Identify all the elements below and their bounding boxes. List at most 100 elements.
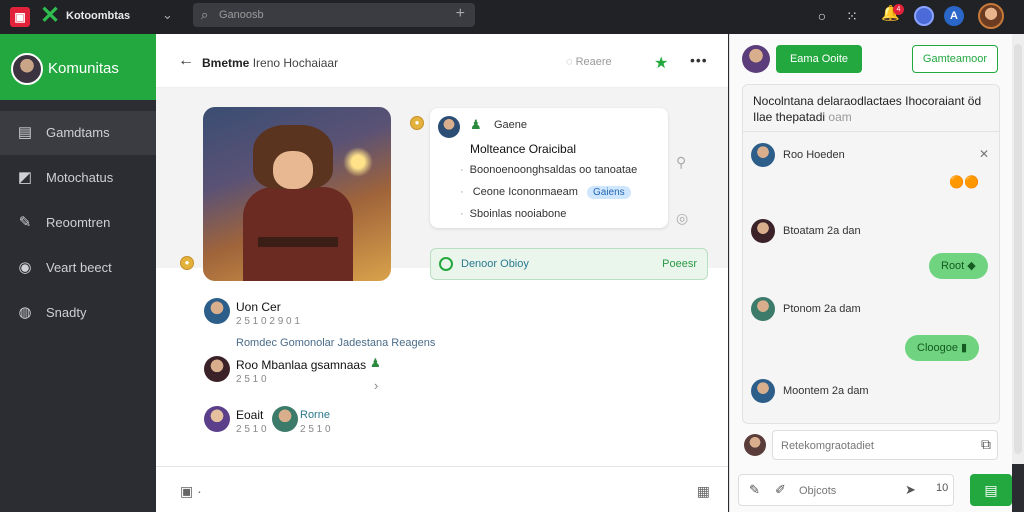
comment-author[interactable]: Eoait xyxy=(236,408,263,422)
profile-ring-icon[interactable] xyxy=(914,6,934,26)
back-arrow-icon[interactable]: ← xyxy=(178,52,194,70)
sidebar-item-veart-beect[interactable]: ◉ Veart beect xyxy=(0,246,156,290)
calendar-icon[interactable]: ▦ xyxy=(697,483,710,500)
chat-topic-sub-tail: oam xyxy=(828,110,852,124)
avatar[interactable] xyxy=(744,434,766,456)
bubble-text: Root xyxy=(941,260,965,272)
sidebar-item-label: Gamdtams xyxy=(46,125,110,140)
paperclip-icon[interactable]: ✎ xyxy=(749,482,760,498)
main-header: ← Bmetme Ireno Hochaiaar ◌ Reaere ★ ••• xyxy=(156,34,728,88)
avatar[interactable] xyxy=(204,356,230,382)
avatar[interactable] xyxy=(751,379,775,403)
post-title: Molteance Oraicibal xyxy=(470,142,577,156)
chat-topic: Nocolntana delaraodlactaes Ihocoraiant ö… xyxy=(753,93,991,125)
hero-character-image[interactable] xyxy=(203,107,391,281)
avatar[interactable] xyxy=(751,143,775,167)
post-line: Ceone Icononmaeam Gaiens xyxy=(460,186,631,199)
post-line: Sboinlas nooiabone xyxy=(460,208,567,220)
avatar[interactable] xyxy=(751,219,775,243)
header-status-label: Reaere xyxy=(575,56,612,68)
pen-icon[interactable]: ✐ xyxy=(775,482,786,498)
notifications-button[interactable]: 🔔 4 xyxy=(881,4,905,28)
avatar[interactable] xyxy=(751,297,775,321)
chevron-down-icon[interactable]: ⌄ xyxy=(162,7,173,23)
star-icon[interactable]: ★ xyxy=(654,53,668,73)
avatar[interactable] xyxy=(204,406,230,432)
more-icon[interactable]: ••• xyxy=(690,52,708,68)
character-emoji-icon: ♟ xyxy=(470,117,482,132)
chat-compose[interactable]: ✎ ✐ ➤ xyxy=(738,474,954,506)
sidebar-item-reoomtren[interactable]: ✎ Reoomtren xyxy=(0,201,156,245)
sidebar: Komunitas ▤ Gamdtams ◩ Motochatus ✎ Reoo… xyxy=(0,34,156,512)
main-composer-bar: ▣ · ▦ xyxy=(156,466,728,512)
scrollbar[interactable] xyxy=(1012,34,1024,464)
close-icon[interactable]: ✕ xyxy=(979,147,989,161)
sidebar-item-label: Veart beect xyxy=(46,260,112,275)
post-card[interactable]: ♟ Gaene Molteance Oraicibal Boonoenoongh… xyxy=(430,108,668,228)
tag-pill[interactable]: Gaiens xyxy=(586,186,631,199)
top-bar: ▣ ✕ Kotoombtas ⌄ ⌕ + ○ ⁙ 🔔 4 A xyxy=(0,0,1024,34)
send-button[interactable]: ▤ xyxy=(970,474,1012,506)
comment-meta: 2 5 1 0 2 9 0 1 xyxy=(236,316,300,327)
globe-icon: ◍ xyxy=(18,304,32,321)
poster-name: Gaene xyxy=(494,119,528,131)
comment-meta: 2 5 1 0 xyxy=(236,374,267,385)
search-icon[interactable]: ⚲ xyxy=(676,154,686,171)
chat-search-input[interactable] xyxy=(781,437,961,455)
character-belt xyxy=(258,237,338,247)
sidebar-item-label: Motochatus xyxy=(46,170,114,185)
reply-author[interactable]: Rorne xyxy=(300,409,330,421)
main-panel: ← Bmetme Ireno Hochaiaar ◌ Reaere ★ ••• … xyxy=(156,34,728,512)
chat-search-field[interactable]: ⧉ xyxy=(772,430,998,460)
chevron-right-icon[interactable]: › xyxy=(374,378,378,393)
coin-icon: ● xyxy=(410,116,424,130)
sidebar-header[interactable]: Komunitas xyxy=(0,34,156,100)
character-emoji-icon: ♟ xyxy=(370,356,381,370)
chat-bubble[interactable]: Cloogoe ▮ xyxy=(905,335,980,361)
image-icon[interactable]: ▣ · xyxy=(180,483,202,500)
avatar[interactable] xyxy=(272,406,298,432)
sidebar-title: Komunitas xyxy=(48,60,119,77)
account-a-icon[interactable]: A xyxy=(944,6,964,26)
chat-bubble[interactable]: Root ◆ xyxy=(929,253,988,279)
search-box[interactable]: ⌕ + xyxy=(193,3,475,27)
poll-bar[interactable]: Denoor Obioy Poeesr xyxy=(430,248,708,280)
comment-author[interactable]: Roo Mbanlaa gsamnaas xyxy=(236,358,366,372)
attach-image-icon[interactable]: ⧉ xyxy=(981,436,991,453)
primary-button[interactable]: Eama Ooite xyxy=(776,45,862,73)
comment-author[interactable]: Uon Cer xyxy=(236,300,281,314)
app-name: Kotoombtas xyxy=(66,10,131,22)
search-icon: ⌕ xyxy=(201,7,209,22)
comment-icon[interactable]: ◎ xyxy=(676,210,688,227)
chat-sender: Roo Hoeden xyxy=(783,149,845,161)
grid-icon[interactable]: ⁙ xyxy=(842,6,862,26)
avatar[interactable] xyxy=(742,45,770,73)
search-circle-icon[interactable]: ○ xyxy=(812,6,832,26)
secondary-button[interactable]: Gamteamoor xyxy=(912,45,998,73)
poll-label: Denoor Obioy xyxy=(461,258,529,270)
avatar[interactable] xyxy=(204,298,230,324)
chat-sender: Moontem 2a dam xyxy=(783,385,869,397)
sidebar-item-snadty[interactable]: ◍ Snadty xyxy=(0,291,156,335)
sidebar-item-motochatus[interactable]: ◩ Motochatus xyxy=(0,156,156,200)
poster-avatar xyxy=(438,116,460,138)
add-icon[interactable]: + xyxy=(456,5,465,23)
header-status[interactable]: ◌ Reaere xyxy=(566,56,612,68)
page-title-rest: Ireno Hochaiaar xyxy=(252,56,339,70)
chat-message-input[interactable] xyxy=(799,482,899,500)
comment-text: Romdec Gomonolar Jadestana Reagens xyxy=(236,337,436,349)
user-avatar[interactable] xyxy=(978,3,1004,29)
app-badge-icon[interactable]: ▣ xyxy=(10,7,30,27)
reaction-emoji-icon[interactable]: 🟠🟠 xyxy=(949,175,979,189)
search-input[interactable] xyxy=(219,6,439,24)
scrollbar-thumb[interactable] xyxy=(1014,44,1022,454)
chat-sender: Ptonom 2a dam xyxy=(783,303,861,315)
character-coat xyxy=(243,187,353,281)
pin-icon: ◉ xyxy=(18,259,32,276)
character-face xyxy=(273,151,313,189)
poll-action[interactable]: Poeesr xyxy=(662,258,697,270)
send-arrow-icon[interactable]: ➤ xyxy=(905,482,916,498)
sidebar-item-gamdtams[interactable]: ▤ Gamdtams xyxy=(0,111,156,155)
chat-sender: Btoatam 2a dan xyxy=(783,225,861,237)
coin-icon: ● xyxy=(180,256,194,270)
